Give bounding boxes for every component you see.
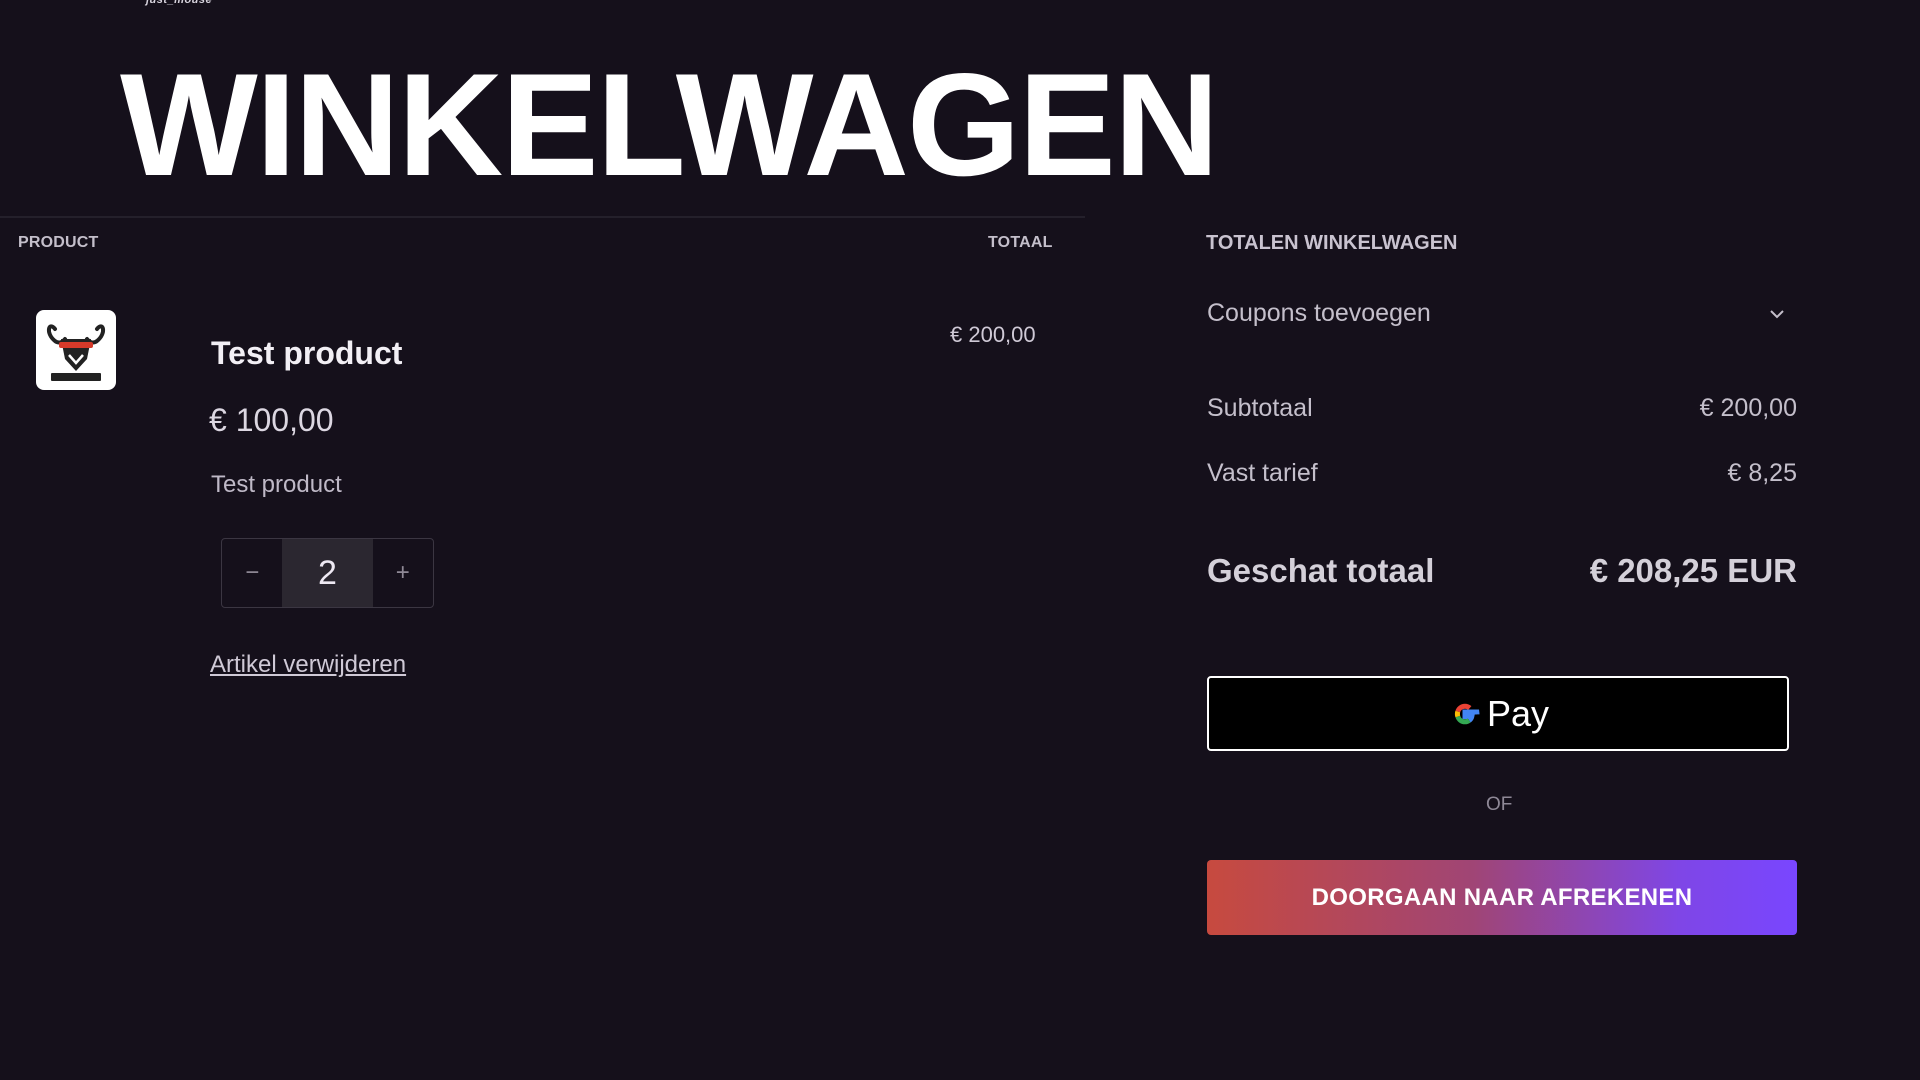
- quantity-input[interactable]: 2: [282, 539, 373, 607]
- column-header-product: PRODUCT: [18, 234, 99, 251]
- decrement-button[interactable]: −: [222, 539, 282, 607]
- line-total: € 200,00: [950, 322, 1036, 347]
- site-logo[interactable]: just_mouse: [146, 0, 212, 6]
- product-variant: Test product: [211, 471, 342, 498]
- checkout-button[interactable]: DOORGAAN NAAR AFREKENEN: [1207, 860, 1797, 935]
- coupon-label: Coupons toevoegen: [1207, 299, 1431, 327]
- estimated-total-label: Geschat totaal: [1207, 552, 1435, 589]
- shipping-label: Vast tarief: [1207, 459, 1318, 487]
- divider: [0, 216, 1085, 218]
- page-title: WINKELWAGEN: [120, 43, 1219, 206]
- increment-button[interactable]: +: [373, 539, 433, 607]
- column-header-total: TOTAAL: [988, 234, 1053, 251]
- google-pay-label: Pay: [1486, 692, 1550, 734]
- product-name[interactable]: Test product: [211, 335, 402, 372]
- subtotal-value: € 200,00: [1699, 394, 1797, 422]
- cart-totals-heading: TOTALEN WINKELWAGEN: [1206, 232, 1458, 254]
- or-separator: OF: [1486, 794, 1513, 815]
- google-g-icon: [1454, 703, 1480, 724]
- google-pay-button[interactable]: Pay: [1207, 676, 1789, 751]
- estimated-total-value: € 208,25 EUR: [1589, 552, 1797, 589]
- shipping-value: € 8,25: [1727, 459, 1797, 487]
- quantity-stepper: − 2 +: [221, 538, 434, 608]
- remove-item-link[interactable]: Artikel verwijderen: [210, 651, 406, 679]
- coupon-toggle[interactable]: Coupons toevoegen: [1207, 299, 1789, 328]
- product-thumbnail[interactable]: [36, 310, 116, 390]
- subtotal-label: Subtotaal: [1207, 394, 1313, 422]
- product-unit-price: € 100,00: [209, 402, 334, 438]
- shipping-row: Vast tarief € 8,25: [1207, 459, 1797, 488]
- goat-logo-icon: [47, 324, 105, 381]
- chevron-down-icon[interactable]: [1765, 302, 1789, 326]
- estimated-total-row: Geschat totaal € 208,25 EUR: [1207, 552, 1797, 590]
- subtotal-row: Subtotaal € 200,00: [1207, 394, 1797, 423]
